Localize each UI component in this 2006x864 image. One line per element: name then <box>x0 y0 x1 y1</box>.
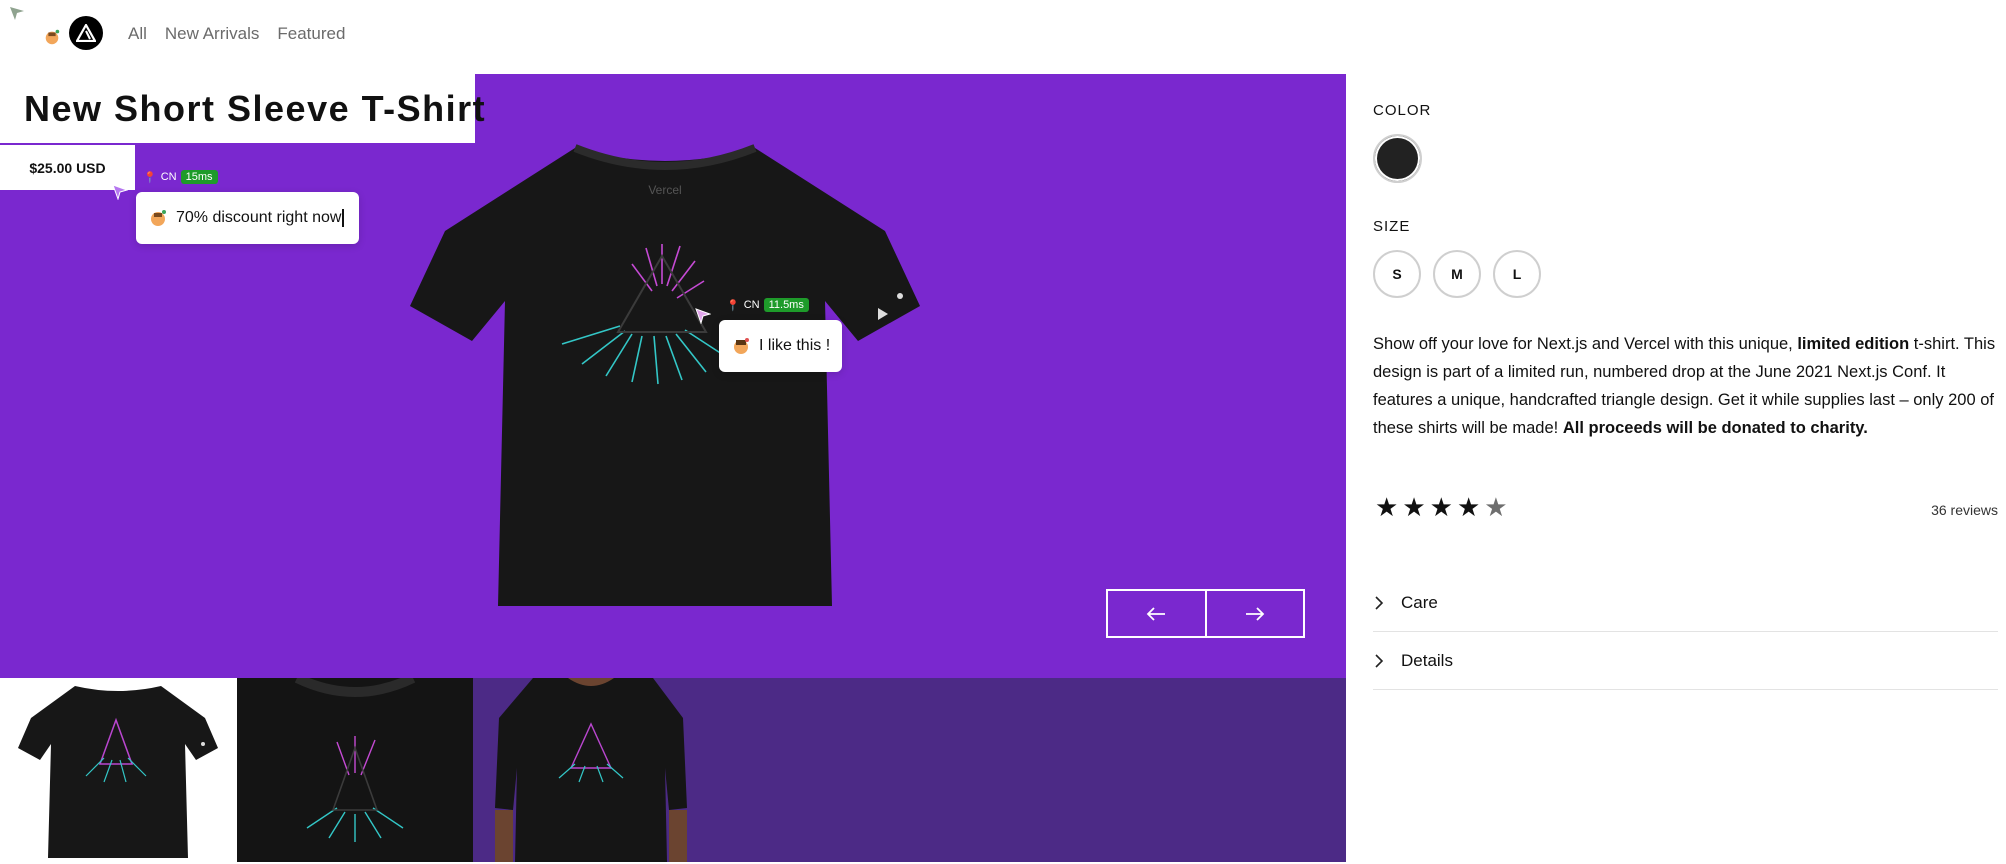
nav-link-new-arrivals[interactable]: New Arrivals <box>165 24 259 44</box>
accordion-details[interactable]: Details <box>1373 632 1998 690</box>
chat-bubble-input[interactable]: 70% discount right now <box>136 192 359 244</box>
thumbnail-image <box>237 678 473 862</box>
accordion-details-label: Details <box>1401 650 1453 670</box>
cursor-icon <box>10 7 24 20</box>
product-description: Show off your love for Next.js and Verce… <box>1373 335 1996 437</box>
reviews-link[interactable]: 36 reviews <box>1931 502 1998 518</box>
location-pin-icon: 📍 <box>143 171 157 184</box>
shirt-print-label: Vercel <box>648 183 681 197</box>
thumbnail-3[interactable] <box>473 678 709 862</box>
thumbnail-strip <box>0 678 1346 862</box>
accordion-care-label: Care <box>1401 592 1438 612</box>
chevron-right-icon <box>1375 595 1384 610</box>
product-title: New Short Sleeve T-Shirt <box>24 88 487 129</box>
arrow-left-icon <box>1146 606 1166 621</box>
text-caret <box>342 208 345 227</box>
top-navigation: All New Arrivals Featured <box>0 0 2006 74</box>
star-icon: ★ <box>1402 492 1426 522</box>
thumbnail-1[interactable] <box>0 678 237 862</box>
thumbnail-image <box>495 678 687 862</box>
remote-cursor-icon <box>695 308 711 324</box>
nav-link-all[interactable]: All <box>128 24 147 44</box>
next-image-button[interactable] <box>1204 591 1304 636</box>
chat-bubble: I like this ! <box>719 320 842 372</box>
star-icon: ★ <box>1484 492 1508 522</box>
size-option-s[interactable]: S <box>1373 250 1421 298</box>
location-pin-icon: 📍 <box>726 299 740 312</box>
previous-image-button[interactable] <box>1108 591 1205 636</box>
product-image: Vercel <box>410 144 920 606</box>
color-label: COLOR <box>1373 102 1432 119</box>
nav-link-featured[interactable]: Featured <box>277 24 345 44</box>
presence-country: CN <box>743 299 760 311</box>
thumbnail-2[interactable] <box>237 678 473 862</box>
rating-stars: ★ ★ ★ ★ ★ <box>1375 494 1508 520</box>
chevron-right-icon <box>1375 653 1384 668</box>
size-option-l[interactable]: L <box>1493 250 1541 298</box>
latency-badge: 15ms <box>180 170 218 184</box>
size-selector: S M L <box>1373 250 1541 298</box>
chat-message: 70% discount right now <box>176 209 342 227</box>
size-label: SIZE <box>1373 218 1411 235</box>
accordion-care[interactable]: Care <box>1373 574 1998 632</box>
star-icon: ★ <box>1456 492 1481 522</box>
store-logo[interactable] <box>69 16 103 50</box>
size-option-m[interactable]: M <box>1433 250 1481 298</box>
gallery-controls <box>1106 589 1305 638</box>
presence-country: CN <box>160 171 177 183</box>
avatar-icon <box>734 338 749 354</box>
avatar-icon <box>151 210 166 226</box>
color-swatch-black[interactable] <box>1373 134 1422 183</box>
star-icon: ★ <box>1429 492 1453 522</box>
presence-tag: 📍 CN 15ms <box>143 170 218 184</box>
chat-message: I like this ! <box>759 337 831 354</box>
triangle-logo-icon <box>76 24 96 42</box>
thumbnail-image <box>18 686 218 858</box>
remote-cursor-icon <box>112 184 128 200</box>
product-gallery: New Short Sleeve T-Shirt $25.00 USD Verc… <box>0 74 1346 678</box>
main-nav: All New Arrivals Featured <box>128 24 345 44</box>
title-box: New Short Sleeve T-Shirt <box>0 74 485 143</box>
avatar-icon[interactable] <box>43 28 61 46</box>
presence-tag: 📍 CN 11.5ms <box>726 298 809 312</box>
star-icon: ★ <box>1375 492 1399 522</box>
latency-badge: 11.5ms <box>763 298 809 312</box>
arrow-right-icon <box>1245 606 1265 621</box>
